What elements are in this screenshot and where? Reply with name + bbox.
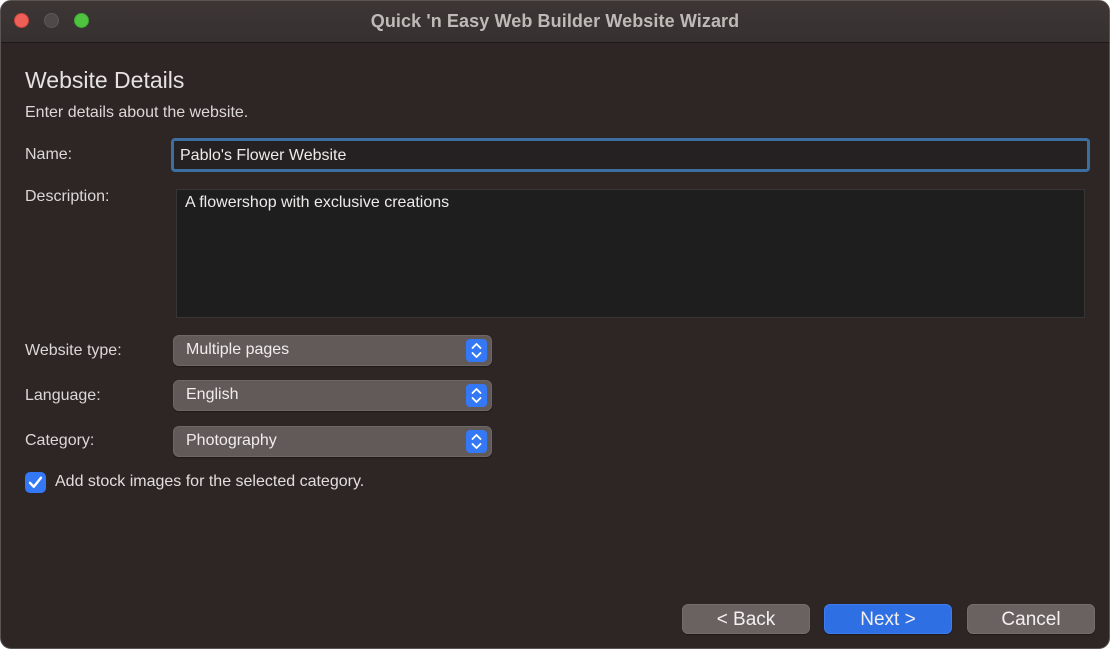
page-title: Website Details [25, 67, 185, 93]
language-value: English [186, 386, 239, 403]
website-type-label: Website type: [25, 342, 122, 359]
chevron-up-down-icon [466, 430, 487, 453]
cancel-button[interactable]: Cancel [967, 604, 1095, 634]
language-label: Language: [25, 387, 101, 404]
name-label: Name: [25, 146, 73, 163]
back-button[interactable]: < Back [682, 604, 810, 634]
chevron-up-down-icon [466, 384, 487, 407]
description-label: Description: [25, 188, 110, 205]
category-select[interactable]: Photography [173, 426, 492, 457]
chevron-up-down-icon [466, 339, 487, 362]
category-label: Category: [25, 432, 95, 449]
stock-images-label[interactable]: Add stock images for the selected catego… [55, 473, 364, 491]
name-input-value: Pablo's Flower Website [180, 147, 347, 164]
title-bar[interactable]: Quick 'n Easy Web Builder Website Wizard [1, 1, 1109, 43]
website-type-select[interactable]: Multiple pages [173, 335, 492, 366]
category-value: Photography [186, 432, 277, 449]
description-value: A flowershop with exclusive creations [185, 194, 450, 211]
next-button[interactable]: Next > [824, 604, 952, 634]
language-select[interactable]: English [173, 380, 492, 411]
description-textarea[interactable]: A flowershop with exclusive creations [176, 189, 1085, 318]
wizard-window: Quick 'n Easy Web Builder Website Wizard… [0, 0, 1110, 649]
website-type-value: Multiple pages [186, 341, 290, 358]
checkmark-icon [25, 476, 46, 497]
page-subtitle: Enter details about the website. [25, 104, 249, 121]
stock-images-checkbox[interactable] [25, 472, 46, 493]
name-input[interactable]: Pablo's Flower Website [171, 138, 1090, 172]
window-title: Quick 'n Easy Web Builder Website Wizard [370, 11, 740, 31]
